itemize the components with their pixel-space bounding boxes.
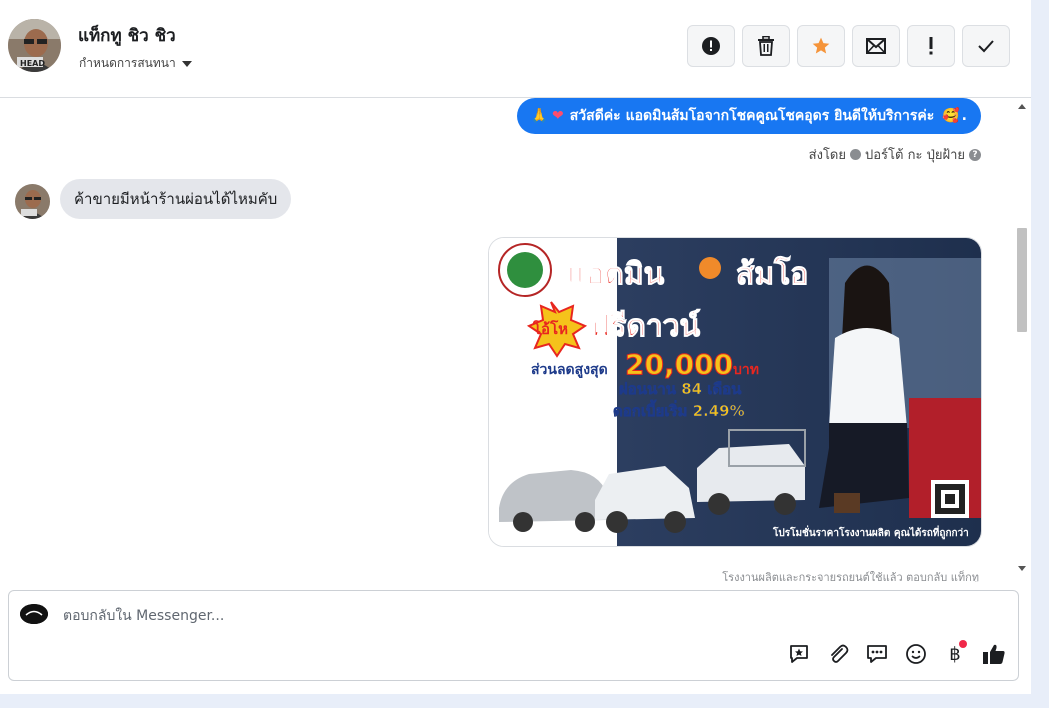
svg-text:ส้มโอ: ส้มโอ [736,255,808,292]
reply-composer: ฿ [8,590,1019,681]
svg-text:ส่วนลดสูงสุด: ส่วนลดสูงสุด [531,362,608,378]
svg-text:ดอกเบี้ยเริ่ม 2.49%: ดอกเบี้ยเริ่ม 2.49% [613,399,745,420]
scroll-down-arrow-icon[interactable] [1018,566,1026,571]
mark-unread-button[interactable] [852,25,900,67]
reply-input[interactable] [61,604,765,628]
contact-avatar[interactable]: HEAD [8,19,61,72]
image-caption: โรงงานผลิตและกระจายรถยนต์ใช้แล้ว ตอบกลับ… [722,571,979,582]
promo-image[interactable]: แอดมิน ส้มโอ โอ้โห ฟรีดาวน์ ส่วนลดสูงสุด… [488,237,982,547]
page-edge-right [1031,0,1049,708]
envelope-icon [866,38,886,54]
chat-bubble-icon [867,645,887,663]
page-avatar [20,604,48,624]
page-edge-bottom [0,694,1049,708]
smile-hearts-icon: 🥰 [942,108,960,124]
star-icon [812,37,830,54]
pray-hands-icon: 🙏 [530,108,549,124]
header-actions [687,25,1010,67]
svg-text:บาท: บาท [733,362,759,378]
contact-name[interactable]: แท็กทู ชิว ชิว [78,22,176,49]
svg-text:โอ้โห: โอ้โห [532,319,568,338]
exclamation-icon [929,37,933,55]
caret-down-icon [181,61,192,67]
heart-icon: ❤ [552,108,564,124]
svg-text:ผ่อนนาน 84 เดือน: ผ่อนนาน 84 เดือน [619,380,742,398]
chat-button[interactable] [865,642,889,666]
svg-text:แอดมิน: แอดมิน [567,257,665,292]
spam-alert-button[interactable] [687,25,735,67]
incoming-message-text: ค้าขายมีหน้าร้านผ่อนได้ไหมคับ [74,190,278,208]
star-button[interactable] [797,25,845,67]
verified-icon [850,149,861,160]
attachment-icon [831,644,849,663]
message-trailing-dot: . [961,108,967,124]
check-icon [978,40,994,53]
scroll-up-arrow-icon[interactable] [1018,104,1026,109]
sent-by-name[interactable]: ปอร์โต้ กะ ปุ่ยฝ้าย [865,144,965,165]
help-icon[interactable]: ? [969,148,981,161]
saved-reply-button[interactable] [787,642,811,666]
delete-button[interactable] [742,25,790,67]
alert-circle-icon [702,37,720,55]
thread-scrollbar[interactable] [1015,98,1029,578]
svg-text:HEAD: HEAD [20,59,45,68]
svg-text:โปรโมชั่นราคาโรงงานผลิต คุณได้: โปรโมชั่นราคาโรงงานผลิต คุณได้รถที่ถูกกว… [772,525,969,540]
like-button[interactable] [982,642,1006,666]
follow-up-button[interactable] [907,25,955,67]
sent-by-label: ส่งโดย [808,148,846,163]
message-thread[interactable]: 🙏 ❤ สวัสดีค่ะ แอดมินส้มโอจากโชคคูณโชคอุด… [0,98,1031,582]
outgoing-message[interactable]: 🙏 ❤ สวัสดีค่ะ แอดมินส้มโอจากโชคคูณโชคอุด… [516,98,981,134]
baht-payment-button[interactable]: ฿ [943,640,967,666]
sent-by-info: ส่งโดย ปอร์โต้ กะ ปุ่ยฝ้าย ? [809,144,981,165]
outgoing-message-text: สวัสดีค่ะ แอดมินส้มโอจากโชคคูณโชคอุดร ยิ… [569,108,935,124]
saved-reply-icon [790,645,808,663]
done-button[interactable] [962,25,1010,67]
trash-icon [758,36,774,56]
attachment-button[interactable] [826,642,850,666]
notification-dot [959,640,967,648]
emoji-button[interactable] [904,642,928,666]
sender-avatar[interactable] [15,184,50,219]
emoji-icon [906,644,926,664]
like-icon [983,644,1005,664]
conversation-header: HEAD แท็กทู ชิว ชิว กำหนดการสนทนา [0,0,1031,98]
incoming-message[interactable]: ค้าขายมีหน้าร้านผ่อนได้ไหมคับ [60,179,292,219]
conversation-panel: HEAD แท็กทู ชิว ชิว กำหนดการสนทนา 🙏 ❤ สว… [0,0,1031,694]
svg-text:20,000: 20,000 [625,348,733,381]
svg-text:ฟรีดาวน์: ฟรีดาวน์ [589,309,701,344]
assign-conversation-label: กำหนดการสนทนา [79,56,176,70]
scroll-thumb[interactable] [1017,228,1027,332]
assign-conversation-dropdown[interactable]: กำหนดการสนทนา [79,54,192,73]
composer-tools: ฿ [787,640,1006,666]
